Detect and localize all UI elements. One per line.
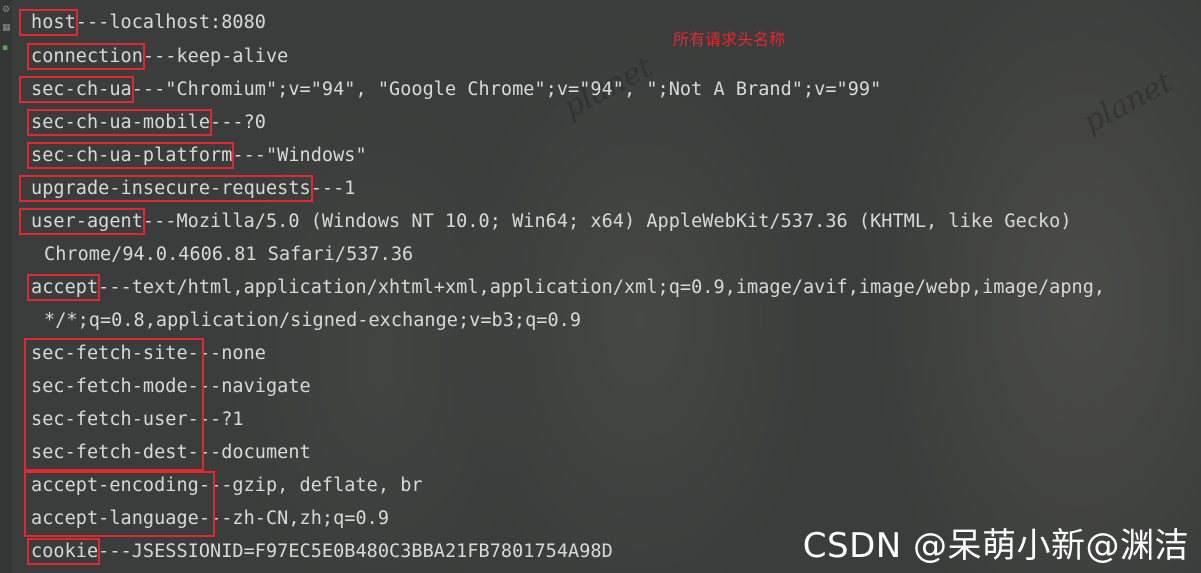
header-value: ?1 xyxy=(221,409,244,430)
console-line: host---localhost:8080 xyxy=(19,9,266,36)
separator: --- xyxy=(75,12,110,33)
header-name: cookie xyxy=(26,538,101,565)
highlight-box-accept-group xyxy=(24,471,215,537)
header-name: sec-ch-ua-platform xyxy=(26,142,235,169)
console-line: upgrade-insecure-requests---1 xyxy=(19,175,356,202)
header-value: localhost:8080 xyxy=(109,12,266,33)
highlight-box-sec-fetch-group xyxy=(24,338,204,471)
console-line-continuation: Chrome/94.0.4606.81 Safari/537.36 xyxy=(44,244,414,265)
separator: --- xyxy=(98,541,132,562)
header-value: document xyxy=(221,442,311,463)
console-output-panel: planet planet ⚙ ▦ ▪ host---localhost:808… xyxy=(0,0,1201,573)
header-name: upgrade-insecure-requests xyxy=(19,175,313,202)
header-value: JSESSIONID=F97EC5E0B480C3BBA21FB7801754A… xyxy=(131,541,613,562)
header-name: user-agent xyxy=(19,208,145,235)
console-line: connection---keep-alive xyxy=(27,43,289,70)
separator: --- xyxy=(232,145,266,166)
separator: --- xyxy=(210,112,244,133)
console-line: sec-ch-ua-platform---"Windows" xyxy=(26,142,367,169)
header-value: Mozilla/5.0 (Windows NT 10.0; Win64; x64… xyxy=(176,211,1072,232)
header-name: sec-ch-ua xyxy=(19,76,134,103)
console-line-continuation: */*;q=0.8,application/signed-exchange;v=… xyxy=(44,310,582,331)
header-value: gzip, deflate, br xyxy=(232,475,423,496)
background-wallpaper-text: planet xyxy=(1077,64,1179,141)
console-gutter: ⚙ ▦ ▪ xyxy=(0,0,12,573)
header-name: connection xyxy=(27,43,145,70)
grid-icon[interactable]: ▦ xyxy=(2,24,11,33)
separator: --- xyxy=(142,46,177,67)
separator: --- xyxy=(142,211,177,232)
header-name: sec-ch-ua-mobile xyxy=(26,109,213,136)
header-value: ?0 xyxy=(243,112,266,133)
separator: --- xyxy=(98,277,132,298)
header-name: accept xyxy=(26,274,101,301)
header-value: keep-alive xyxy=(176,46,289,67)
console-line: user-agent---Mozilla/5.0 (Windows NT 10.… xyxy=(19,208,1072,235)
console-line: sec-ch-ua-mobile---?0 xyxy=(26,109,266,136)
header-value: navigate xyxy=(221,376,311,397)
console-line: sec-ch-ua---"Chromium";v="94", "Google C… xyxy=(19,76,882,103)
console-line: accept---text/html,application/xhtml+xml… xyxy=(26,274,1106,301)
header-value: none xyxy=(221,343,266,364)
gear-icon[interactable]: ⚙ xyxy=(2,6,10,15)
annotation-label: 所有请求头名称 xyxy=(673,30,786,49)
separator: --- xyxy=(310,178,345,199)
header-value: 1 xyxy=(344,178,356,199)
header-value: "Windows" xyxy=(265,145,367,166)
header-value: "Chromium";v="94", "Google Chrome";v="94… xyxy=(165,79,882,100)
header-value: zh-CN,zh;q=0.9 xyxy=(232,508,390,529)
separator: --- xyxy=(131,79,166,100)
csdn-watermark: CSDN @呆萌小新@渊洁 xyxy=(802,526,1189,566)
console-line: cookie---JSESSIONID=F97EC5E0B480C3BBA21F… xyxy=(26,538,613,565)
run-icon[interactable]: ▪ xyxy=(2,44,10,53)
header-name: host xyxy=(19,9,78,36)
header-value: text/html,application/xhtml+xml,applicat… xyxy=(131,277,1106,298)
